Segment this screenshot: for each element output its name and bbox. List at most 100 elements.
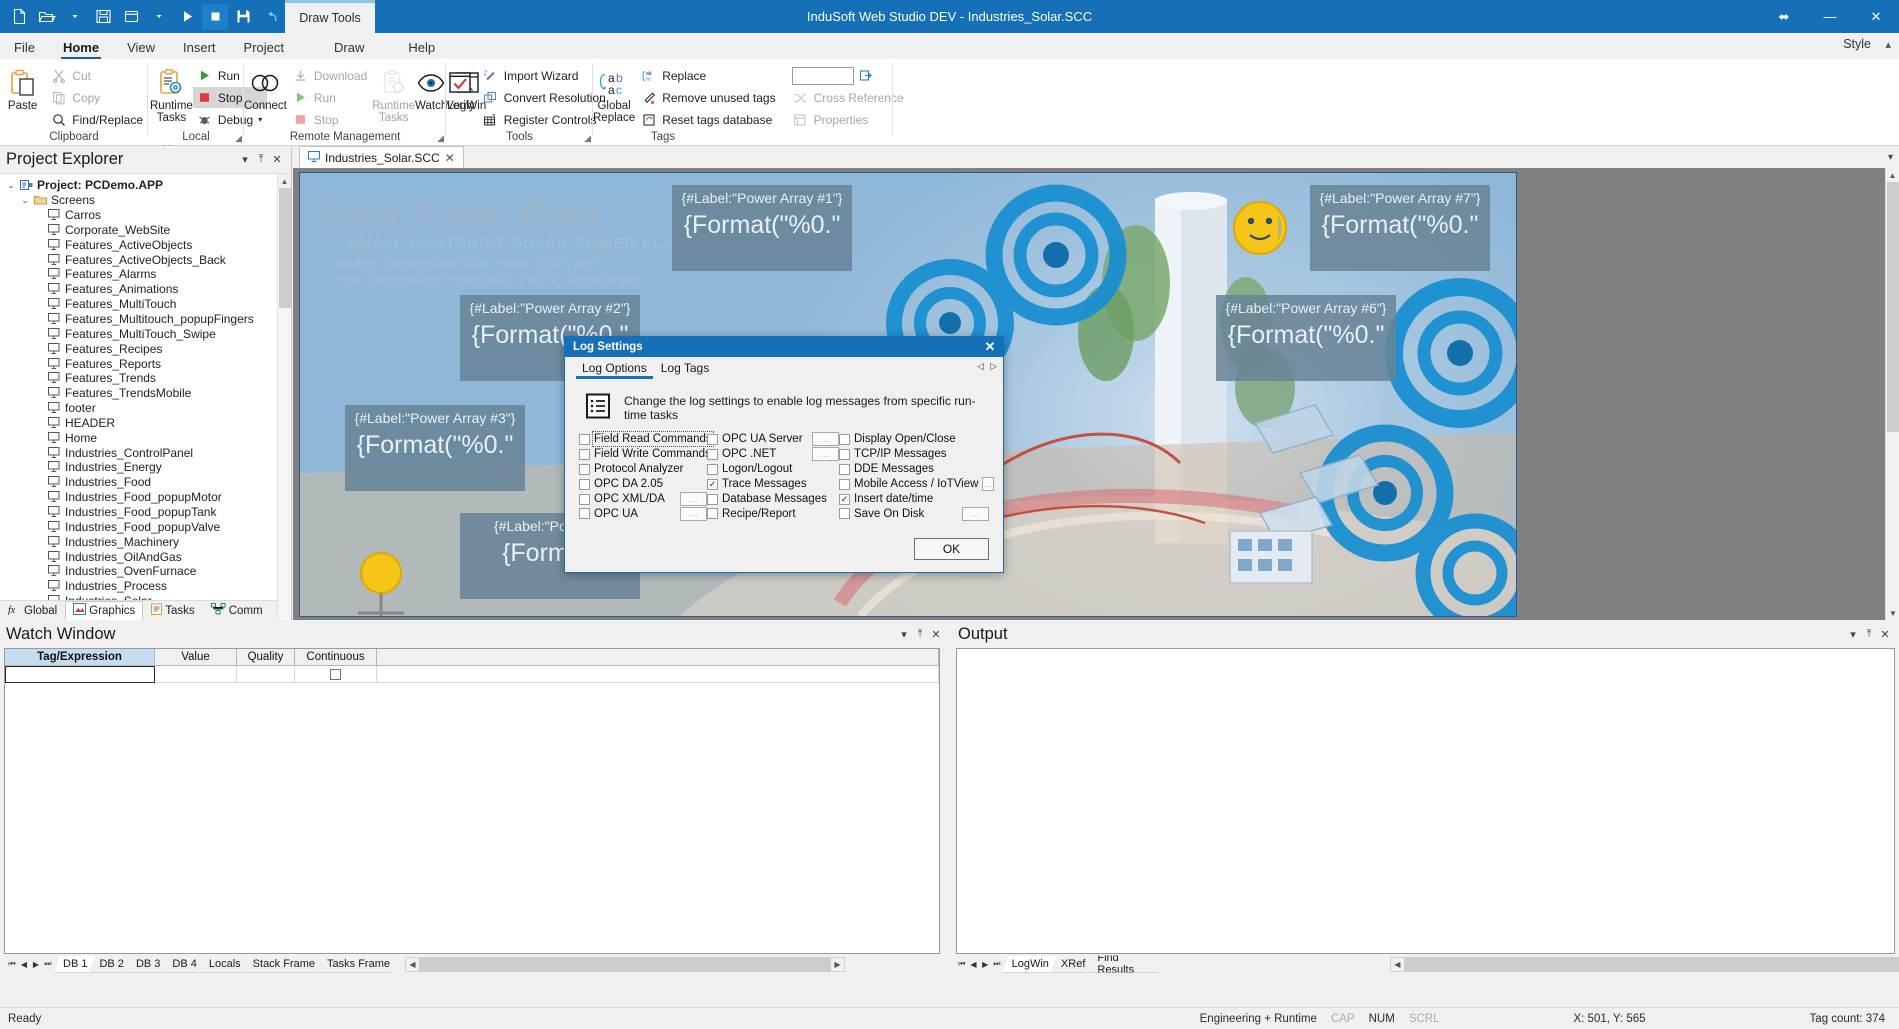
output-close-icon[interactable]: ✕ — [1877, 626, 1893, 642]
close-button[interactable]: ✕ — [1853, 0, 1899, 33]
checkbox-field-write-commands[interactable] — [579, 448, 590, 460]
dialog-ok-button[interactable]: OK — [914, 538, 989, 560]
tree-item-industries-machinery[interactable]: Industries_Machinery — [0, 534, 291, 549]
watch-nav-last-icon[interactable]: ⏭ — [42, 956, 54, 972]
log-option-row[interactable]: Save On Disk... — [839, 506, 989, 521]
checkbox-opc-net[interactable] — [707, 448, 718, 460]
tree-item-project-pcdemo-app[interactable]: ⌄ Project: PCDemo.APP — [0, 178, 291, 193]
output-nav-prev-icon[interactable]: ◀ — [968, 956, 980, 972]
tree-item-features-alarms[interactable]: Features_Alarms — [0, 267, 291, 282]
log-option-settings-button[interactable]: ... — [680, 492, 707, 506]
watch-pin-icon[interactable]: ⤒ — [912, 626, 928, 642]
tree-item-features-animations[interactable]: Features_Animations — [0, 282, 291, 297]
tag-search-input[interactable] — [791, 66, 854, 85]
replace-button[interactable]: ab ac Replace — [637, 65, 780, 86]
screen-tag-object[interactable]: {#Label:"Power Array #1"} {Format("%0." — [672, 185, 852, 271]
watch-nav-first-icon[interactable]: ⏮ — [6, 956, 18, 972]
log-option-row[interactable]: Mobile Access / IoTView... — [839, 477, 995, 492]
log-option-row[interactable]: Field Write Commands — [579, 447, 711, 462]
checkbox-protocol-analyzer[interactable] — [579, 463, 590, 475]
copy-button[interactable]: Copy — [47, 87, 148, 108]
checkbox-trace-messages[interactable]: ✓ — [707, 478, 718, 490]
tree-item-features-trendsmobile[interactable]: Features_TrendsMobile — [0, 386, 291, 401]
ribbon-tab-draw[interactable]: Draw — [320, 37, 379, 59]
tree-item-corporate-website[interactable]: Corporate_WebSite — [0, 223, 291, 238]
tree-item-screens[interactable]: ⌄ Screens — [0, 193, 291, 208]
stop-icon[interactable] — [202, 3, 228, 30]
watch-close-icon[interactable]: ✕ — [928, 626, 944, 642]
screen-tag-object[interactable]: {#Label:"Power Array #7"} {Format("%0." — [1310, 185, 1490, 271]
scroll-right-icon[interactable]: ▶ — [831, 957, 844, 971]
chevron-down-icon[interactable]: ⌄ — [18, 195, 32, 206]
watch-tab-db3[interactable]: DB 3 — [127, 956, 167, 973]
watch-col-continuous[interactable]: Continuous — [295, 649, 377, 666]
tab-prev-icon[interactable]: ◁ — [977, 361, 984, 372]
watch-col-tag-expression[interactable]: Tag/Expression — [5, 649, 155, 666]
global-replace-button[interactable]: a b a c Global Replace — [593, 63, 635, 124]
pe-tab-comm[interactable]: Comm — [203, 601, 271, 620]
document-tab-close-icon[interactable]: ✕ — [445, 151, 455, 165]
new-window-icon[interactable] — [118, 4, 144, 30]
checkbox-save-on-disk[interactable] — [839, 508, 850, 520]
ribbon-tab-file[interactable]: File — [0, 37, 49, 59]
remote-run-button[interactable]: Run — [289, 87, 372, 108]
log-option-row[interactable]: Database Messages — [707, 492, 839, 507]
open-icon[interactable] — [34, 4, 60, 30]
dialog-tab-log-options[interactable]: Log Options — [575, 359, 654, 379]
verify-button[interactable]: Verify — [446, 63, 475, 112]
save-all-icon[interactable] — [90, 4, 116, 30]
log-option-settings-button[interactable]: ... — [962, 506, 989, 521]
checkbox-mobile-access-iotview[interactable] — [839, 478, 850, 490]
tree-item-features-reports[interactable]: Features_Reports — [0, 356, 291, 371]
collapse-ribbon-icon[interactable]: ▴ — [1885, 38, 1891, 51]
style-button[interactable]: Style — [1843, 37, 1871, 51]
watch-tab-stack-frame[interactable]: Stack Frame — [244, 956, 322, 973]
log-option-row[interactable]: Logon/Logout — [707, 462, 839, 477]
log-option-row[interactable]: OPC XML/DA... — [579, 492, 707, 507]
project-tree[interactable]: ⌄ Project: PCDemo.APP ⌄ Screens Carros Corpor… — [0, 174, 291, 600]
cross-reference-button[interactable]: Cross Reference — [789, 87, 909, 108]
log-option-settings-button[interactable]: ... — [812, 432, 839, 447]
watch-col-quality[interactable]: Quality — [237, 649, 295, 666]
undo-icon[interactable] — [258, 4, 284, 30]
checkbox-opc-ua[interactable] — [579, 508, 590, 520]
log-option-settings-button[interactable]: ... — [680, 506, 707, 521]
ribbon-tab-home[interactable]: Home — [49, 37, 113, 59]
watch-col-value[interactable]: Value — [155, 649, 237, 666]
panel-close-icon[interactable]: ✕ — [269, 152, 285, 168]
scroll-left-icon[interactable]: ◀ — [1391, 957, 1404, 971]
checkbox-opc-da-2-05[interactable] — [579, 478, 590, 490]
tree-item-industries-energy[interactable]: Industries_Energy — [0, 460, 291, 475]
tree-item-features-activeobjects-back[interactable]: Features_ActiveObjects_Back — [0, 252, 291, 267]
checkbox-field-read-commands[interactable] — [579, 433, 590, 445]
scroll-up-icon[interactable]: ▲ — [278, 174, 291, 188]
checkbox-database-messages[interactable] — [707, 493, 718, 505]
tree-item-footer[interactable]: footer — [0, 401, 291, 416]
watch-tab-db1[interactable]: DB 1 — [54, 956, 94, 973]
watch-tab-db2[interactable]: DB 2 — [90, 956, 130, 973]
scroll-thumb[interactable] — [1887, 182, 1899, 432]
properties-button[interactable]: Properties — [789, 109, 909, 130]
watch-cell-quality[interactable] — [237, 666, 295, 683]
output-tab-find-results[interactable]: Find Results — [1088, 956, 1163, 973]
tree-item-features-trends[interactable]: Features_Trends — [0, 371, 291, 386]
scroll-thumb[interactable] — [419, 957, 831, 971]
ribbon-tab-insert[interactable]: Insert — [169, 37, 230, 59]
checkbox-dde-messages[interactable] — [839, 463, 850, 475]
output-tab-logwin[interactable]: LogWin — [1003, 956, 1056, 973]
checkbox-display-open-close[interactable] — [839, 433, 850, 445]
watch-horizontal-scrollbar[interactable]: ◀ ▶ — [405, 956, 845, 972]
download-button[interactable]: Download — [289, 65, 372, 86]
tag-search-go-icon[interactable] — [858, 67, 875, 84]
checkbox-tcp-ip-messages[interactable] — [839, 448, 850, 460]
paste-button[interactable]: Paste — [4, 63, 41, 112]
contextual-tab-draw-tools[interactable]: Draw Tools — [285, 0, 375, 33]
remote-management-dialog-launcher[interactable]: ◢ — [437, 131, 444, 145]
tree-item-features-activeobjects[interactable]: Features_ActiveObjects — [0, 237, 291, 252]
output-text-area[interactable] — [956, 648, 1895, 954]
tree-item-industries-ovenfurnace[interactable]: Industries_OvenFurnace — [0, 564, 291, 579]
pe-tab-graphics[interactable]: Graphics — [65, 601, 144, 620]
tree-item-industries-process[interactable]: Industries_Process — [0, 579, 291, 594]
remote-stop-button[interactable]: Stop — [289, 109, 372, 130]
tree-item-industries-controlpanel[interactable]: Industries_ControlPanel — [0, 445, 291, 460]
